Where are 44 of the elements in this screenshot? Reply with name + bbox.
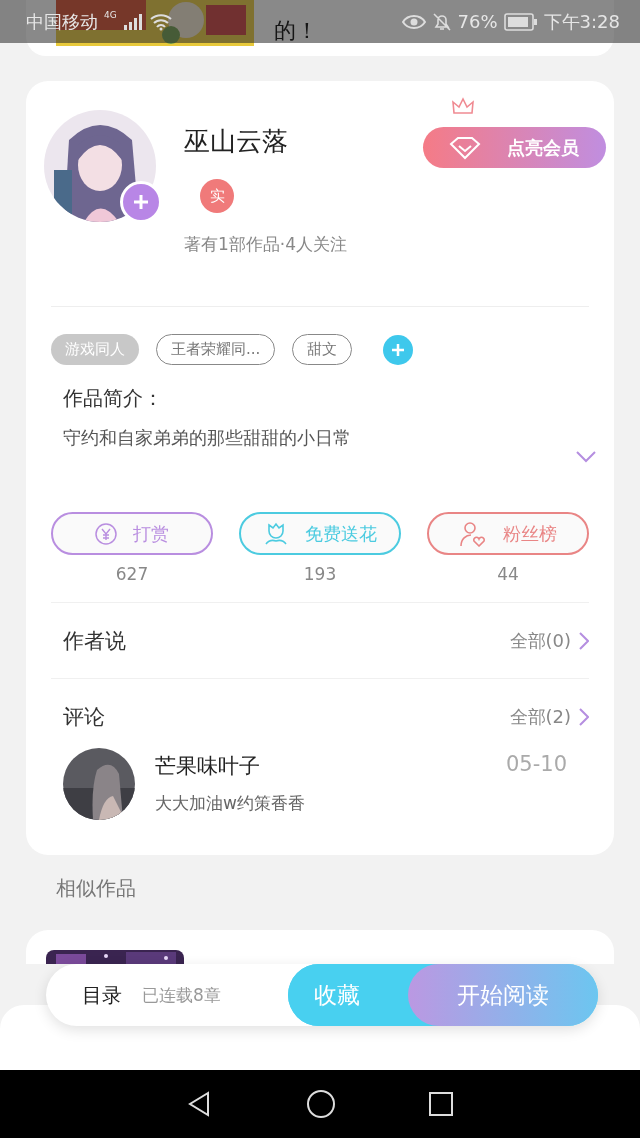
action-count: 193 [303, 564, 337, 584]
action-button[interactable]: 打赏 [51, 512, 213, 555]
crown-icon [451, 95, 475, 115]
similar-works-title: 相似作品 [56, 875, 137, 902]
section-title: 作者说 [63, 627, 127, 655]
view-all-link[interactable]: 全部(0) [509, 628, 589, 653]
battery-percent: 76% [457, 11, 498, 32]
intro-title: 作品简介： [63, 385, 164, 412]
diamond-icon [449, 135, 481, 160]
action-button[interactable]: 免费送花 [239, 512, 401, 555]
author-stats: 著有1部作品·4人关注 [184, 233, 348, 256]
commenter-name: 芒果味叶子 [155, 753, 261, 780]
plus-icon [391, 342, 406, 357]
action-count: 627 [115, 564, 149, 584]
chevron-down-icon[interactable] [575, 450, 597, 464]
user-heart-icon [459, 520, 487, 547]
plus-icon [132, 193, 150, 211]
bell-off-icon [431, 11, 452, 32]
network-type: 4G [104, 10, 117, 20]
wifi-icon [148, 12, 173, 31]
intro-text: 守约和自家弟弟的那些甜甜的小日常 [63, 426, 351, 450]
section-title: 评论 [63, 703, 106, 731]
action-count: 44 [497, 564, 519, 584]
action-button[interactable]: 粉丝榜 [427, 512, 589, 555]
similar-work-card[interactable] [26, 930, 614, 964]
eye-icon [401, 13, 426, 30]
author-name: 巫山云落 [184, 125, 289, 158]
battery-icon [503, 12, 538, 31]
view-all-link[interactable]: 全部(2) [509, 704, 589, 729]
member-button[interactable]: 点亮会员 [423, 127, 606, 168]
catalog-button[interactable]: 目录 [82, 981, 122, 1009]
clock: 下午3:28 [543, 9, 620, 34]
comment-text: 大大加油w约策香香 [155, 792, 306, 815]
flower-icon [263, 521, 289, 546]
comment-date: 05-10 [505, 751, 567, 778]
home-icon[interactable] [306, 1089, 336, 1119]
recents-icon[interactable] [428, 1091, 454, 1117]
chevron-right-icon [579, 631, 589, 650]
start-reading-button[interactable]: 开始阅读 [408, 964, 598, 1026]
signal-icon [122, 13, 143, 30]
chevron-right-icon [579, 707, 589, 726]
yen-icon [95, 522, 117, 545]
verified-badge: 实 [200, 179, 234, 213]
banner-text: 的！ [274, 17, 318, 45]
